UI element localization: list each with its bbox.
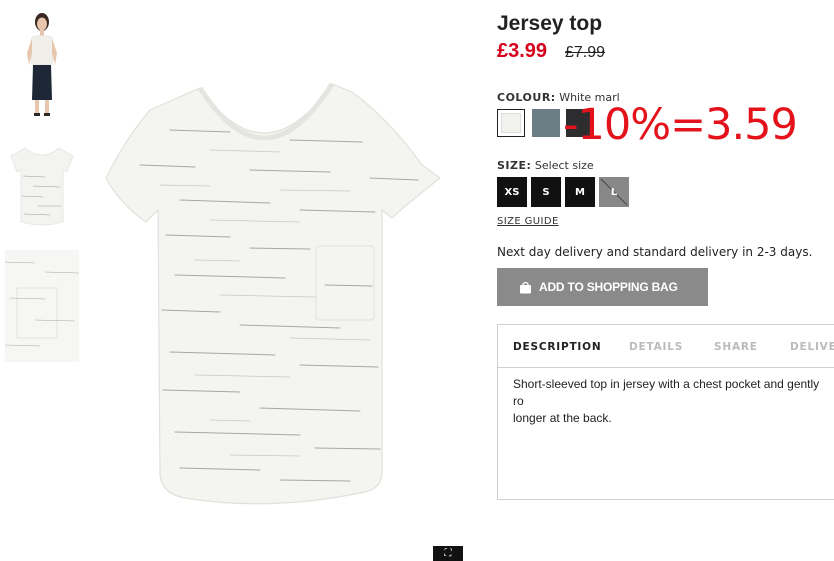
tab-share[interactable]: SHARE [714,341,758,353]
size-s-button[interactable]: S [531,177,561,207]
detail-image [5,250,79,362]
expand-icon: ⛶ [444,548,452,559]
product-info-tabs: DESCRIPTION DETAILS SHARE DELIVE Short-s… [497,324,834,500]
add-to-bag-label: ADD TO SHOPPING BAG [539,280,678,294]
thumbnail-detail[interactable] [5,250,79,362]
size-label-row: SIZE: Select size [497,159,594,172]
colour-label: COLOUR: [497,91,556,104]
size-xs-button[interactable]: XS [497,177,527,207]
size-xs-label: XS [504,186,520,198]
size-m-label: M [575,186,585,198]
description-text: Short-sleeved top in jersey with a chest… [513,377,820,425]
size-l-button[interactable]: L [599,177,629,207]
tab-description[interactable]: DESCRIPTION [513,341,601,353]
size-m-button[interactable]: M [565,177,595,207]
thumbnail-front[interactable] [5,140,79,228]
thumbnail-model[interactable] [5,5,79,120]
add-to-bag-button[interactable]: ADD TO SHOPPING BAG [497,268,708,306]
tab-details[interactable]: DETAILS [629,341,683,353]
shopping-bag-icon [519,281,532,294]
swatch-grey-blue[interactable] [532,109,560,137]
price-annotation: -10%=3.59 [563,100,798,150]
size-prompt: Select size [534,159,594,172]
sale-price: £3.99 [497,40,548,62]
expand-button[interactable]: ⛶ [433,546,463,561]
tab-delivery[interactable]: DELIVE [790,341,834,353]
size-l-label: L [610,186,618,198]
product-title: Jersey top [497,12,603,35]
original-price: £7.99 [565,44,606,61]
tab-bar: DESCRIPTION DETAILS SHARE DELIVE [498,325,834,368]
size-guide-link[interactable]: SIZE GUIDE [497,216,559,227]
swatch-white-marl[interactable] [497,109,525,137]
main-product-image [100,70,441,510]
delivery-info: Next day delivery and standard delivery … [497,245,813,259]
front-image [5,140,79,228]
size-label: SIZE: [497,159,532,172]
model-image [5,5,79,120]
size-s-label: S [542,186,550,198]
